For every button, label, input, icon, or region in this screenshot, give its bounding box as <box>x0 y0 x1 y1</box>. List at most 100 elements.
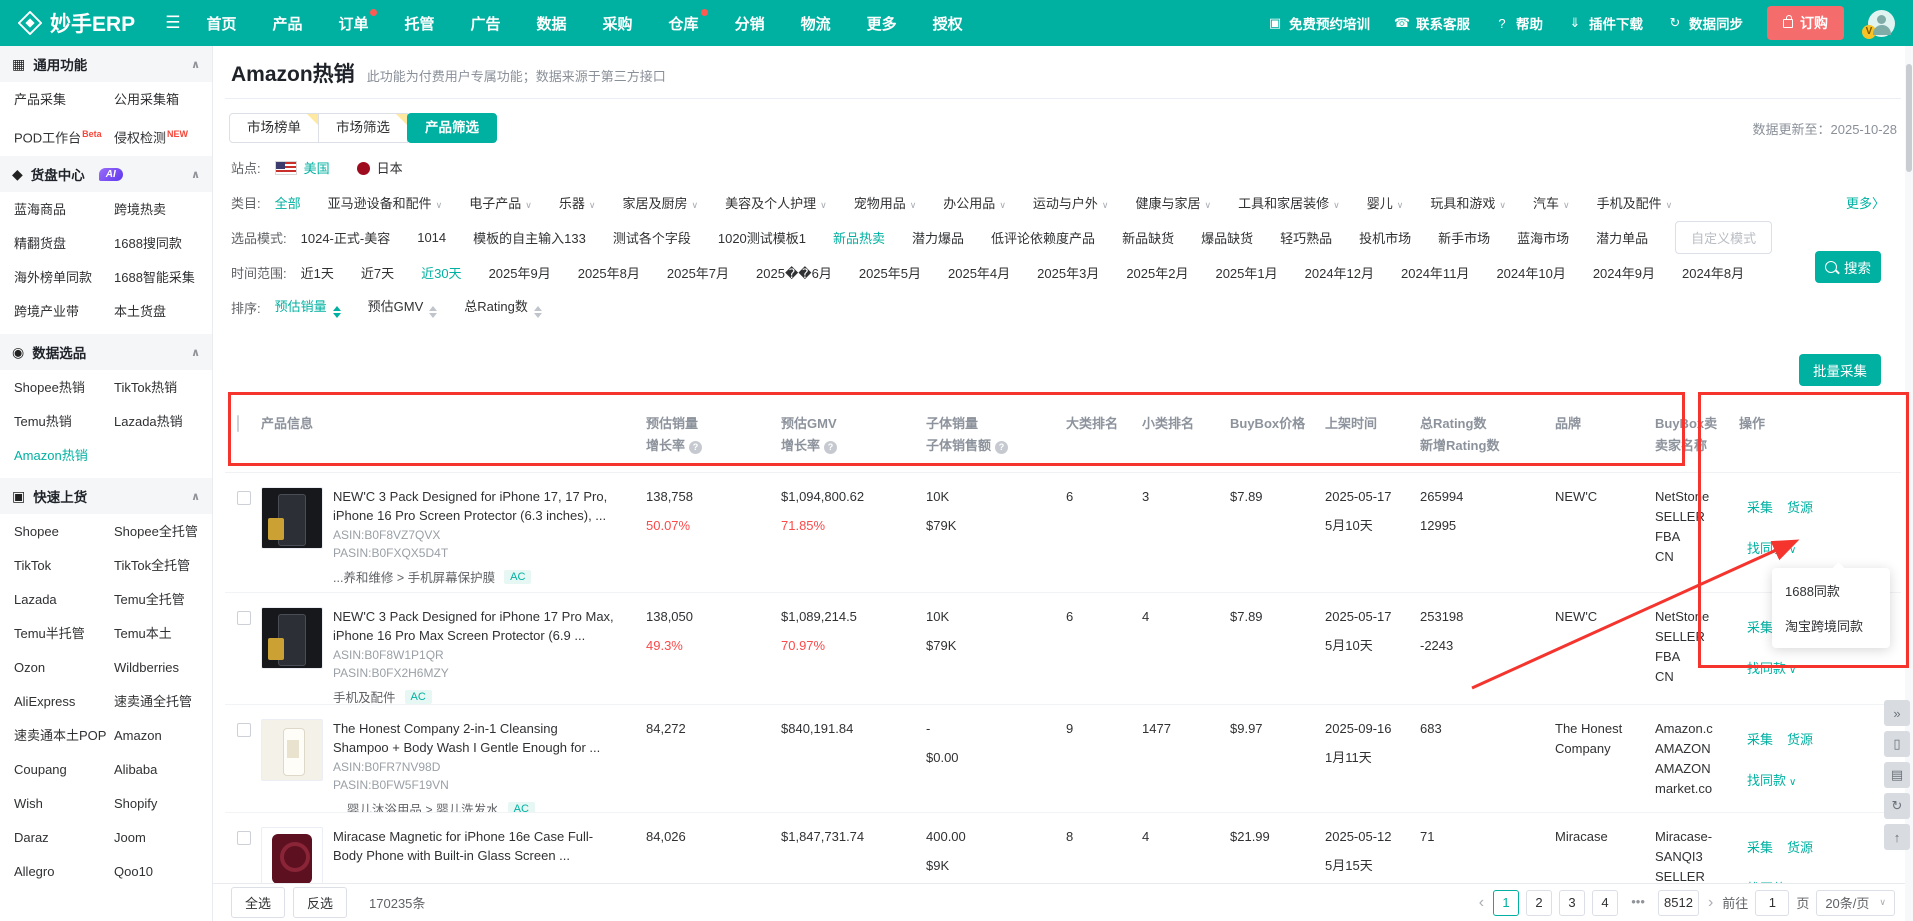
sidebar-item-3-0[interactable]: Shopee <box>14 515 114 549</box>
time-option-11[interactable]: 2025年1月 <box>1215 263 1277 282</box>
sidebar-item-1-6[interactable]: 跨境产业带 <box>14 295 114 329</box>
order-button[interactable]: 订购 <box>1767 6 1844 40</box>
category-option-4[interactable]: 美容及个人护理∨ <box>725 193 827 212</box>
site-option-1[interactable]: 日本 <box>357 158 403 177</box>
nav-tool-2[interactable]: ?帮助 <box>1494 13 1543 33</box>
nav-item-10[interactable]: 更多 <box>867 13 897 34</box>
sidebar-item-2-2[interactable]: Temu热销 <box>14 405 114 439</box>
nav-tool-3[interactable]: ⇓插件下载 <box>1567 13 1643 33</box>
sort-desc-icon[interactable] <box>429 313 437 318</box>
time-option-6[interactable]: 2025��6月 <box>756 263 832 282</box>
mode-option-0[interactable]: 1024-正式-美容 <box>301 228 391 247</box>
product-title[interactable]: Shampoo + Body Wash I Gentle Enough for … <box>333 738 600 757</box>
mode-option-2[interactable]: 模板的自主输入133 <box>473 228 586 247</box>
select-all-checkbox[interactable] <box>237 415 239 432</box>
tab-0[interactable]: 市场榜单 <box>229 113 319 143</box>
next-page-icon[interactable]: › <box>1706 894 1715 912</box>
sort-option-0[interactable]: 预估销量 <box>275 296 341 318</box>
product-title[interactable]: NEW'C 3 Pack Designed for iPhone 17 Pro … <box>333 607 614 626</box>
sidebar-item-0-2[interactable]: POD工作台Beta <box>14 117 114 151</box>
category-option-6[interactable]: 办公用品∨ <box>943 193 1006 212</box>
nav-item-2[interactable]: 订单 <box>338 13 368 34</box>
nav-item-7[interactable]: 仓库 <box>669 13 699 34</box>
product-image[interactable] <box>261 487 323 549</box>
mode-option-6[interactable]: 潜力爆品 <box>912 228 964 247</box>
sort-option-1[interactable]: 预估GMV <box>368 296 438 318</box>
category-option-13[interactable]: 手机及配件∨ <box>1597 193 1673 212</box>
sidebar-item-1-0[interactable]: 蓝海商品 <box>14 193 114 227</box>
scrollbar-thumb[interactable] <box>1906 64 1912 172</box>
mode-option-9[interactable]: 爆品缺货 <box>1201 228 1253 247</box>
brand-logo[interactable]: 妙手ERP <box>18 8 135 38</box>
sidebar-item-3-1[interactable]: Shopee全托管 <box>114 515 212 549</box>
find-same-link[interactable]: 找同款∨ <box>1747 538 1796 557</box>
op-link-0[interactable]: 采集 <box>1747 620 1773 635</box>
time-option-4[interactable]: 2025年8月 <box>578 263 640 282</box>
nav-item-9[interactable]: 物流 <box>801 13 831 34</box>
mode-option-14[interactable]: 潜力单品 <box>1596 228 1648 247</box>
sidebar-item-2-4[interactable]: Amazon热销 <box>14 439 114 473</box>
sidebar-item-1-2[interactable]: 精翻货盘 <box>14 227 114 261</box>
sidebar-item-3-12[interactable]: 速卖通本土POP <box>14 719 114 753</box>
sort-desc-icon[interactable] <box>534 313 542 318</box>
category-option-5[interactable]: 宠物用品∨ <box>854 193 917 212</box>
op-link-0[interactable]: 采集 <box>1747 500 1773 515</box>
category-option-7[interactable]: 运动与户外∨ <box>1033 193 1109 212</box>
sort-asc-icon[interactable] <box>429 306 437 311</box>
back-top-icon[interactable]: ↑ <box>1884 824 1910 850</box>
custom-mode-button[interactable]: 自定义模式 <box>1675 221 1772 254</box>
sidebar-item-3-5[interactable]: Temu全托管 <box>114 583 212 617</box>
sort-asc-icon[interactable] <box>333 306 341 311</box>
sidebar-item-3-2[interactable]: TikTok <box>14 549 114 583</box>
category-option-9[interactable]: 工具和家居装修∨ <box>1238 193 1340 212</box>
sidebar-section-2[interactable]: ◉数据选品∧ <box>0 334 212 370</box>
category-option-3[interactable]: 家居及厨房∨ <box>622 193 698 212</box>
product-title[interactable]: iPhone 16 Pro Max Screen Protector (6.9 … <box>333 626 614 645</box>
help-circle-icon[interactable]: ? <box>689 441 702 454</box>
page-8512[interactable]: 8512 <box>1658 890 1699 916</box>
page-•••[interactable]: ••• <box>1625 890 1651 916</box>
tab-2[interactable]: 产品筛选 <box>407 113 497 143</box>
sidebar-item-3-9[interactable]: Wildberries <box>114 651 212 685</box>
category-option-2[interactable]: 乐器∨ <box>559 193 596 212</box>
more-categories-link[interactable]: 更多〉 <box>1846 193 1885 212</box>
mode-option-5[interactable]: 新品热卖 <box>833 228 885 247</box>
sidebar-item-3-6[interactable]: Temu半托管 <box>14 617 114 651</box>
category-option-11[interactable]: 玩具和游戏∨ <box>1430 193 1506 212</box>
page-2[interactable]: 2 <box>1526 890 1552 916</box>
nav-tool-1[interactable]: ☎联系客服 <box>1394 13 1470 33</box>
sidebar-section-1[interactable]: ◆货盘中心AI∧ <box>0 156 212 192</box>
nav-tool-4[interactable]: ↻数据同步 <box>1667 13 1743 33</box>
select-all-button[interactable]: 全选 <box>231 887 285 918</box>
sidebar-item-3-20[interactable]: Allegro <box>14 855 114 889</box>
sort-desc-icon[interactable] <box>333 313 341 318</box>
mobile-preview-icon[interactable]: ▯ <box>1884 731 1910 757</box>
category-all[interactable]: 全部 <box>275 193 301 212</box>
page-1[interactable]: 1 <box>1493 890 1519 916</box>
nav-item-11[interactable]: 授权 <box>933 13 963 34</box>
find-same-link[interactable]: 找同款∨ <box>1747 658 1796 677</box>
help-circle-icon[interactable]: ? <box>824 441 837 454</box>
sidebar-item-3-18[interactable]: Daraz <box>14 821 114 855</box>
dropdown-item-1[interactable]: 淘宝跨境同款 <box>1772 608 1890 643</box>
mode-option-7[interactable]: 低评论依赖度产品 <box>991 228 1095 247</box>
nav-item-3[interactable]: 托管 <box>404 13 434 34</box>
product-image[interactable] <box>261 719 323 781</box>
mode-option-11[interactable]: 投机市场 <box>1359 228 1411 247</box>
sidebar-section-0[interactable]: ▦通用功能∧ <box>0 46 212 82</box>
op-link-1[interactable]: 货源 <box>1787 840 1813 855</box>
sidebar-item-2-0[interactable]: Shopee热销 <box>14 371 114 405</box>
sidebar-section-3[interactable]: ▣快速上货∧ <box>0 478 212 514</box>
sidebar-item-3-21[interactable]: Qoo10 <box>114 855 212 889</box>
sidebar-item-3-3[interactable]: TikTok全托管 <box>114 549 212 583</box>
product-title[interactable]: Miracase Magnetic for iPhone 16e Case Fu… <box>333 827 593 846</box>
collapse-panel-icon[interactable]: » <box>1884 700 1910 726</box>
time-option-9[interactable]: 2025年3月 <box>1037 263 1099 282</box>
product-title[interactable]: iPhone 16 Pro Screen Protector (6.3 inch… <box>333 506 607 525</box>
sidebar-item-3-8[interactable]: Ozon <box>14 651 114 685</box>
category-option-8[interactable]: 健康与家居∨ <box>1136 193 1212 212</box>
time-option-5[interactable]: 2025年7月 <box>667 263 729 282</box>
sidebar-item-0-0[interactable]: 产品采集 <box>14 83 114 117</box>
sidebar-item-2-1[interactable]: TikTok热销 <box>114 371 212 405</box>
time-option-8[interactable]: 2025年4月 <box>948 263 1010 282</box>
